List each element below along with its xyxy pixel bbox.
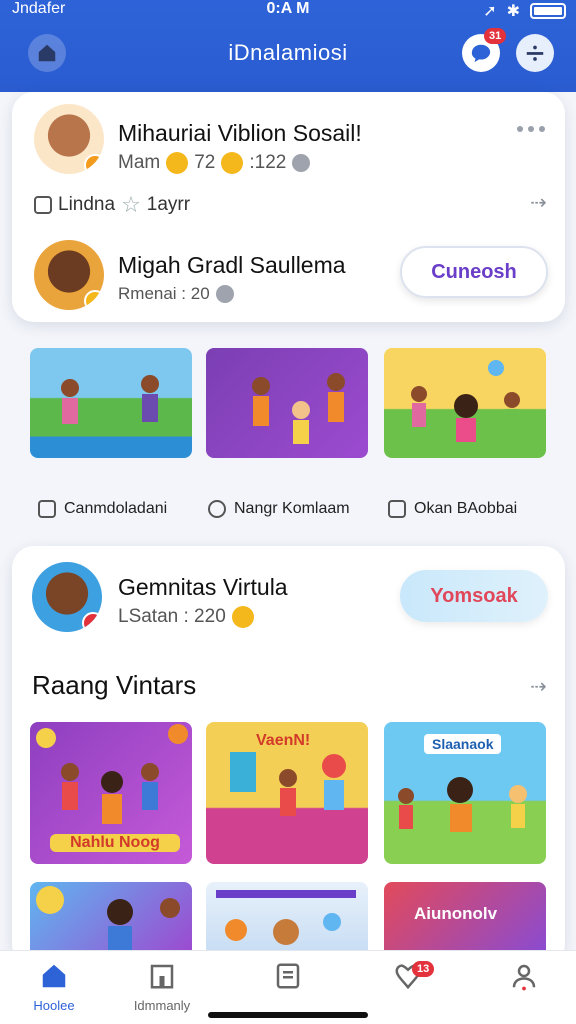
community-name[interactable]: Gemnitas Virtula xyxy=(118,574,288,601)
nav-feed[interactable] xyxy=(238,961,338,998)
profile-name[interactable]: Migah Gradl Saullema xyxy=(118,252,346,279)
home-indicator xyxy=(208,1012,368,1018)
tag-row: Lindna ☆ 1ayrr xyxy=(34,192,190,218)
avatar[interactable] xyxy=(32,562,102,632)
thumbnail-caption: Okan BAobbai xyxy=(388,500,517,518)
video-thumbnail[interactable] xyxy=(206,882,368,950)
profile-card: Mihauriai Viblion Sosail! Mam 72 :122 Li… xyxy=(12,92,565,322)
chat-button[interactable]: 31 xyxy=(462,28,507,72)
caption-text: Okan BAobbai xyxy=(414,500,518,517)
chat-badge: 31 xyxy=(484,28,507,44)
status-icons: ➚ ✱ xyxy=(483,1,566,21)
video-thumbnail[interactable]: VaenN! xyxy=(206,722,368,864)
remove-button[interactable]: Yomsoak xyxy=(400,570,548,622)
profile-name[interactable]: Mihauriai Viblion Sosail! xyxy=(118,120,362,147)
thumbnail-caption: Nangr Komlaam xyxy=(208,500,350,518)
thumbnail-caption: Canmdoladani xyxy=(38,500,167,518)
avatar[interactable] xyxy=(34,240,104,310)
stat-1: 72 xyxy=(194,152,216,173)
section-title: Raang Vintars xyxy=(32,670,197,700)
thumbnail-illustration xyxy=(252,373,345,444)
menu-button[interactable] xyxy=(516,34,554,72)
thumbnail-banner: Slaanaok xyxy=(424,734,502,754)
nav-label: Idmmanly xyxy=(133,998,191,1013)
meta-label: LSatan : 220 xyxy=(118,606,226,627)
battery-icon xyxy=(530,3,566,19)
emoji-icon xyxy=(231,606,254,628)
thumbnail-banner: VaenN! xyxy=(256,732,311,749)
home-outline-icon xyxy=(388,500,406,518)
notification-badge: 13 xyxy=(412,961,435,977)
stats-label: Mam xyxy=(118,152,161,173)
meta-label: Rmenai : 20 xyxy=(118,284,210,303)
more-options-icon[interactable] xyxy=(517,126,545,132)
star-icon[interactable]: ☆ xyxy=(121,192,141,218)
forward-arrow-icon[interactable]: ⇢ xyxy=(530,190,547,215)
video-thumbnail[interactable] xyxy=(384,348,546,458)
status-bar: Jndafer 0:A M ➚ ✱ xyxy=(0,0,576,22)
nav-label: Hoolee xyxy=(33,998,75,1013)
thumbnail-illustration xyxy=(36,886,180,950)
thumbnail-illustration xyxy=(216,890,356,945)
building-icon xyxy=(150,964,174,989)
thumbnail-banner: Nahlu Noog xyxy=(50,834,180,852)
location-icon: ➚ xyxy=(483,3,497,20)
thumbnail-banner: Aiunonolv xyxy=(414,904,498,923)
profile-stats: Mam 72 :122 xyxy=(118,152,311,174)
document-icon xyxy=(276,963,300,989)
status-badge-icon xyxy=(84,154,104,174)
nav-home[interactable]: Hoolee xyxy=(4,961,104,1013)
connect-button[interactable]: Cuneosh xyxy=(400,246,548,298)
avatar[interactable] xyxy=(34,104,104,174)
info-icon xyxy=(215,285,234,303)
forward-arrow-icon[interactable]: ⇢ xyxy=(530,674,547,699)
thumbnail-illustration xyxy=(61,375,159,424)
video-thumbnail[interactable] xyxy=(206,348,368,458)
thumbnail-illustration xyxy=(411,360,520,442)
video-thumbnail[interactable]: Aiunonolv xyxy=(384,882,546,950)
smile-emoji-icon xyxy=(166,152,189,174)
info-icon xyxy=(292,154,311,172)
home-icon xyxy=(42,964,66,988)
status-badge-icon xyxy=(84,290,104,310)
bluetooth-icon: ✱ xyxy=(506,3,520,20)
profile-meta: Rmenai : 20 xyxy=(118,284,234,304)
rating-label: 1ayrr xyxy=(146,194,191,215)
status-badge-icon xyxy=(82,612,102,632)
video-thumbnail[interactable] xyxy=(30,882,192,950)
nav-community[interactable]: Idmmanly xyxy=(112,961,212,1013)
video-thumbnail[interactable] xyxy=(30,348,192,458)
video-thumbnail[interactable]: Nahlu Noog xyxy=(30,722,192,864)
tag-label: Lindna xyxy=(58,194,116,215)
chat-icon xyxy=(471,44,491,63)
mask-icon xyxy=(208,500,226,518)
top-bar: Jndafer 0:A M ➚ ✱ iDnalamiosi 31 xyxy=(0,0,576,92)
nav-profile[interactable] xyxy=(474,961,574,998)
tag-icon xyxy=(34,196,52,214)
community-meta: LSatan : 220 xyxy=(118,606,254,628)
stat-2: :122 xyxy=(249,152,287,173)
home-outline-icon xyxy=(38,500,56,518)
caption-text: Nangr Komlaam xyxy=(234,500,350,517)
user-icon xyxy=(512,964,536,991)
divide-icon xyxy=(526,45,544,61)
video-thumbnail[interactable]: Slaanaok xyxy=(384,722,546,864)
nav-notifications[interactable]: 13 xyxy=(358,961,458,998)
laugh-emoji-icon xyxy=(221,152,244,174)
caption-text: Canmdoladani xyxy=(64,500,168,517)
